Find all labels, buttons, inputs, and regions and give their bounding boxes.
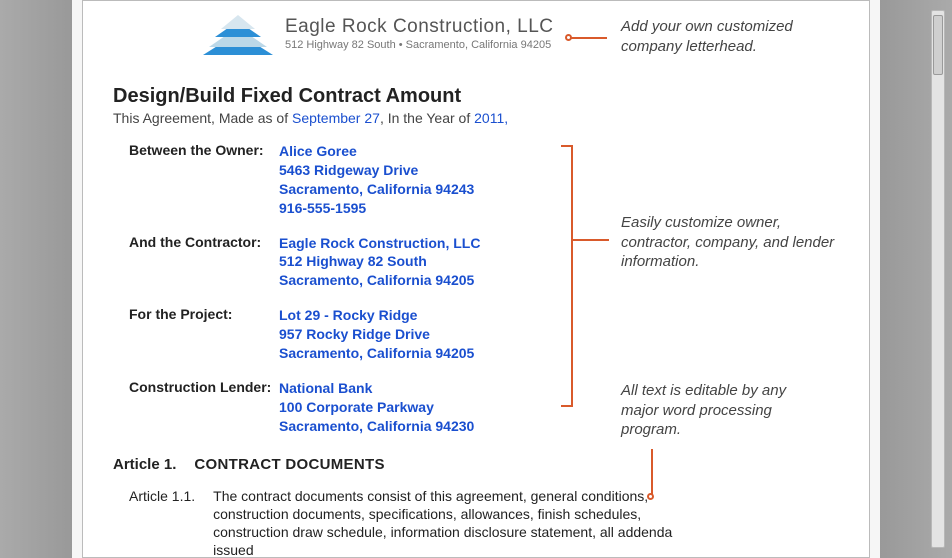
contractor-label: And the Contractor:: [129, 234, 279, 291]
vertical-scrollbar[interactable]: [931, 10, 945, 548]
article-sub-text[interactable]: The contract documents consist of this a…: [213, 487, 703, 558]
connector-line-icon: [573, 239, 609, 241]
agreement-prefix: This Agreement, Made as of: [113, 110, 292, 126]
connector-line-icon: [651, 449, 653, 497]
owner-row: Between the Owner: Alice Goree5463 Ridge…: [113, 142, 839, 218]
agreement-date-field[interactable]: September 27: [292, 110, 380, 126]
article-heading: Article 1. CONTRACT DOCUMENTS: [113, 456, 839, 473]
company-name: Eagle Rock Construction, LLC: [285, 15, 554, 39]
project-row: For the Project: Lot 29 - Rocky Ridge957…: [113, 306, 839, 363]
contractor-value[interactable]: Eagle Rock Construction, LLC512 Highway …: [279, 234, 480, 291]
document-page: Eagle Rock Construction, LLC 512 Highway…: [82, 0, 870, 558]
callout-editable: All text is editable by any major word p…: [621, 381, 821, 440]
owner-value[interactable]: Alice Goree5463 Ridgeway DriveSacramento…: [279, 142, 474, 218]
owner-label: Between the Owner:: [129, 142, 279, 218]
company-logo-icon: [203, 13, 273, 55]
lender-label: Construction Lender:: [129, 379, 279, 436]
letterhead-text: Eagle Rock Construction, LLC 512 Highway…: [285, 15, 554, 53]
connector-line-icon: [569, 37, 607, 39]
article-body: Article 1.1. The contract documents cons…: [113, 487, 839, 558]
callout-letterhead: Add your own customized company letterhe…: [621, 17, 821, 56]
agreement-mid: , In the Year of: [380, 110, 474, 126]
scrollbar-thumb[interactable]: [933, 15, 943, 75]
connector-dot-icon: [565, 34, 572, 41]
callout-parties: Easily customize owner, contractor, comp…: [621, 213, 841, 272]
article-sub-number: Article 1.1.: [129, 487, 195, 558]
connector-dot-icon: [647, 493, 654, 500]
project-label: For the Project:: [129, 306, 279, 363]
agreement-year-field[interactable]: 2011,: [474, 110, 508, 126]
project-value[interactable]: Lot 29 - Rocky Ridge957 Rocky Ridge Driv…: [279, 306, 474, 363]
lender-value[interactable]: National Bank100 Corporate ParkwaySacram…: [279, 379, 474, 436]
document-viewport: Eagle Rock Construction, LLC 512 Highway…: [72, 0, 880, 558]
window-gutter-left: [0, 0, 72, 558]
article-number: Article 1.: [113, 456, 176, 473]
company-address: 512 Highway 82 South • Sacramento, Calif…: [285, 39, 554, 53]
document-title: Design/Build Fixed Contract Amount: [113, 85, 839, 108]
article-title: CONTRACT DOCUMENTS: [194, 456, 384, 473]
connector-bracket-icon: [561, 145, 573, 407]
agreement-line: This Agreement, Made as of September 27,…: [113, 110, 839, 126]
